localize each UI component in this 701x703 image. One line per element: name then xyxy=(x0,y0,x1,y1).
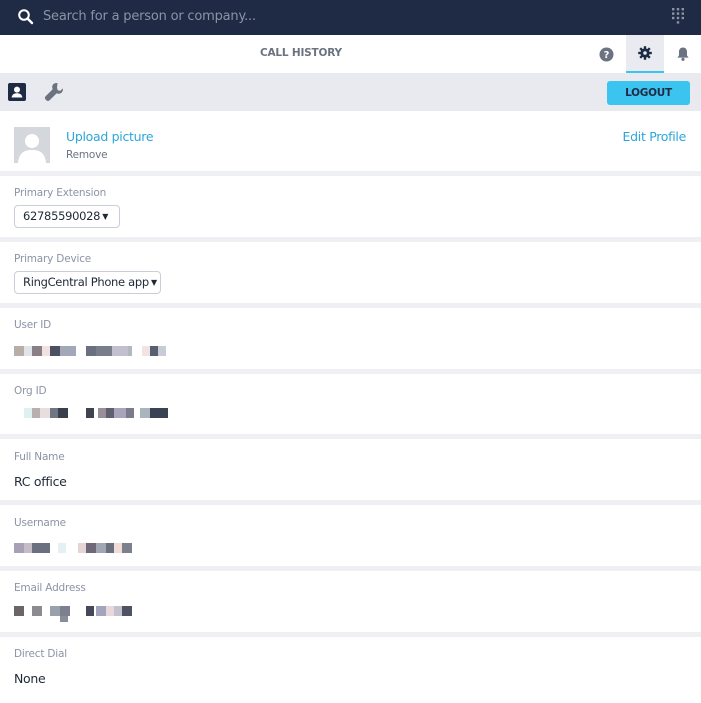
section-divider xyxy=(0,171,701,176)
section-divider xyxy=(0,500,701,505)
avatar xyxy=(14,127,50,163)
username-value-redacted xyxy=(14,543,134,553)
section-divider xyxy=(0,303,701,308)
svg-text:?: ? xyxy=(604,50,610,61)
section-divider xyxy=(0,566,701,571)
avatar-placeholder-icon xyxy=(14,127,50,163)
section-divider xyxy=(0,369,701,374)
section-divider xyxy=(0,632,701,637)
help-icon[interactable]: ? xyxy=(599,47,614,62)
section-divider xyxy=(0,237,701,242)
wrench-icon[interactable] xyxy=(43,81,67,105)
full-name-label: Full Name xyxy=(14,451,65,463)
email-label: Email Address xyxy=(14,582,86,594)
direct-dial-value: None xyxy=(14,671,46,686)
top-search-bar: Search for a person or company... xyxy=(0,0,701,35)
username-label: Username xyxy=(14,517,66,529)
search-icon[interactable] xyxy=(17,8,35,26)
full-name-value: RC office xyxy=(14,474,67,489)
remove-picture-link[interactable]: Remove xyxy=(66,149,108,161)
org-id-value-redacted xyxy=(14,408,174,418)
user-id-value-redacted xyxy=(14,346,174,356)
nav-call-history[interactable]: CALL HISTORY xyxy=(260,47,342,59)
dialpad-icon[interactable] xyxy=(671,7,685,25)
primary-extension-select[interactable]: 62785590028 ▼ xyxy=(14,205,120,228)
logout-button[interactable]: LOGOUT xyxy=(607,81,690,105)
primary-extension-value: 62785590028 xyxy=(23,209,101,223)
gear-icon xyxy=(638,46,652,60)
caret-down-icon: ▼ xyxy=(102,212,109,221)
email-value-redacted xyxy=(14,606,134,622)
section-divider xyxy=(0,434,701,439)
nav-bar: CALL HISTORY ? xyxy=(0,35,701,73)
primary-device-value: RingCentral Phone app xyxy=(23,275,149,289)
primary-device-select[interactable]: RingCentral Phone app ▼ xyxy=(14,271,161,294)
settings-tab[interactable] xyxy=(626,35,664,73)
contact-card-icon[interactable] xyxy=(7,82,27,102)
bell-icon[interactable] xyxy=(676,46,690,62)
user-id-label: User ID xyxy=(14,319,52,331)
edit-profile-link[interactable]: Edit Profile xyxy=(623,129,687,144)
primary-extension-label: Primary Extension xyxy=(14,187,107,199)
org-id-label: Org ID xyxy=(14,385,47,397)
settings-toolbar: LOGOUT xyxy=(0,73,701,111)
caret-down-icon: ▼ xyxy=(150,278,157,287)
upload-picture-link[interactable]: Upload picture xyxy=(66,129,154,144)
primary-device-label: Primary Device xyxy=(14,253,92,265)
search-input[interactable]: Search for a person or company... xyxy=(43,9,256,24)
direct-dial-label: Direct Dial xyxy=(14,648,67,660)
